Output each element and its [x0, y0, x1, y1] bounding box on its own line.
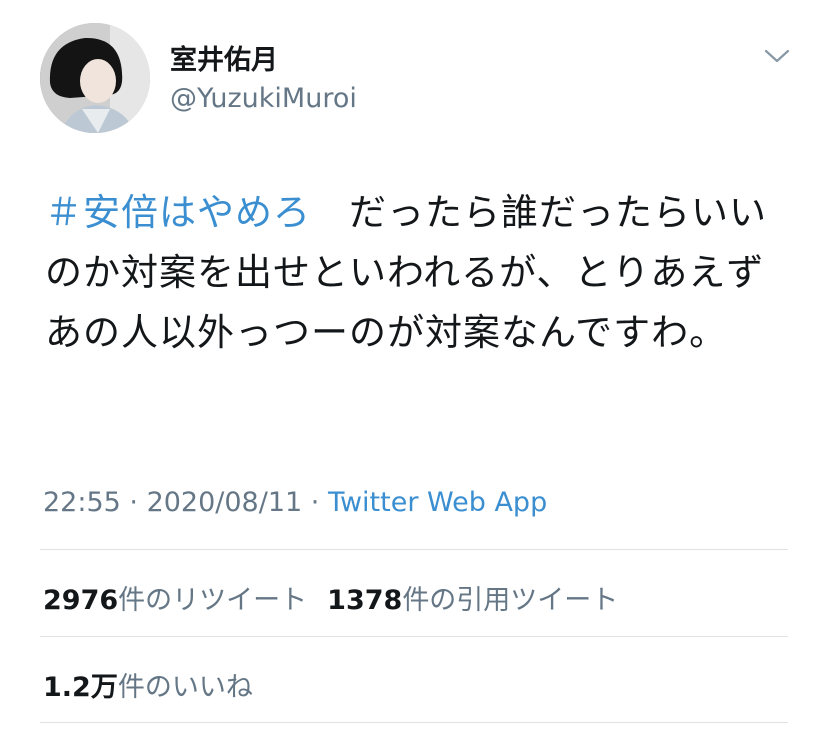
- meta-separator: ·: [302, 487, 328, 518]
- retweets-stat[interactable]: 2976件のリツイート: [43, 585, 307, 616]
- retweets-count: 2976: [43, 585, 119, 616]
- tweet-time[interactable]: 22:55: [43, 487, 121, 518]
- divider: [40, 549, 788, 550]
- quote-tweets-stat[interactable]: 1378件の引用ツイート: [327, 585, 618, 616]
- tweet-text: ＃安倍はやめろ だったら誰だったらいいのか対案を出せといわれるが、とりあえずあの…: [45, 183, 780, 363]
- tweet-source-link[interactable]: Twitter Web App: [328, 487, 547, 518]
- avatar-photo: [40, 23, 150, 133]
- chevron-down-icon[interactable]: [763, 47, 791, 65]
- likes-stat[interactable]: 1.2万件のいいね: [43, 672, 253, 703]
- retweet-stats-row: 2976件のリツイート 1378件の引用ツイート: [43, 578, 618, 617]
- display-name[interactable]: 室井佑月: [170, 38, 278, 77]
- likes-count: 1.2万: [43, 672, 118, 703]
- likes-label: 件のいいね: [117, 672, 253, 703]
- divider: [40, 636, 788, 637]
- tweet-date[interactable]: 2020/08/11: [147, 487, 303, 518]
- divider: [40, 722, 788, 723]
- meta-separator: ·: [120, 487, 147, 518]
- quotes-label: 件の引用ツイート: [402, 585, 619, 616]
- avatar[interactable]: [40, 23, 150, 133]
- user-handle[interactable]: @YuzukiMuroi: [170, 83, 357, 114]
- tweet-meta: 22:55 · 2020/08/11 · Twitter Web App: [43, 487, 547, 518]
- quotes-count: 1378: [327, 585, 403, 616]
- likes-stats-row: 1.2万件のいいね: [43, 665, 253, 704]
- retweets-label: 件のリツイート: [118, 585, 308, 616]
- hashtag-link[interactable]: ＃安倍はやめろ: [45, 191, 311, 234]
